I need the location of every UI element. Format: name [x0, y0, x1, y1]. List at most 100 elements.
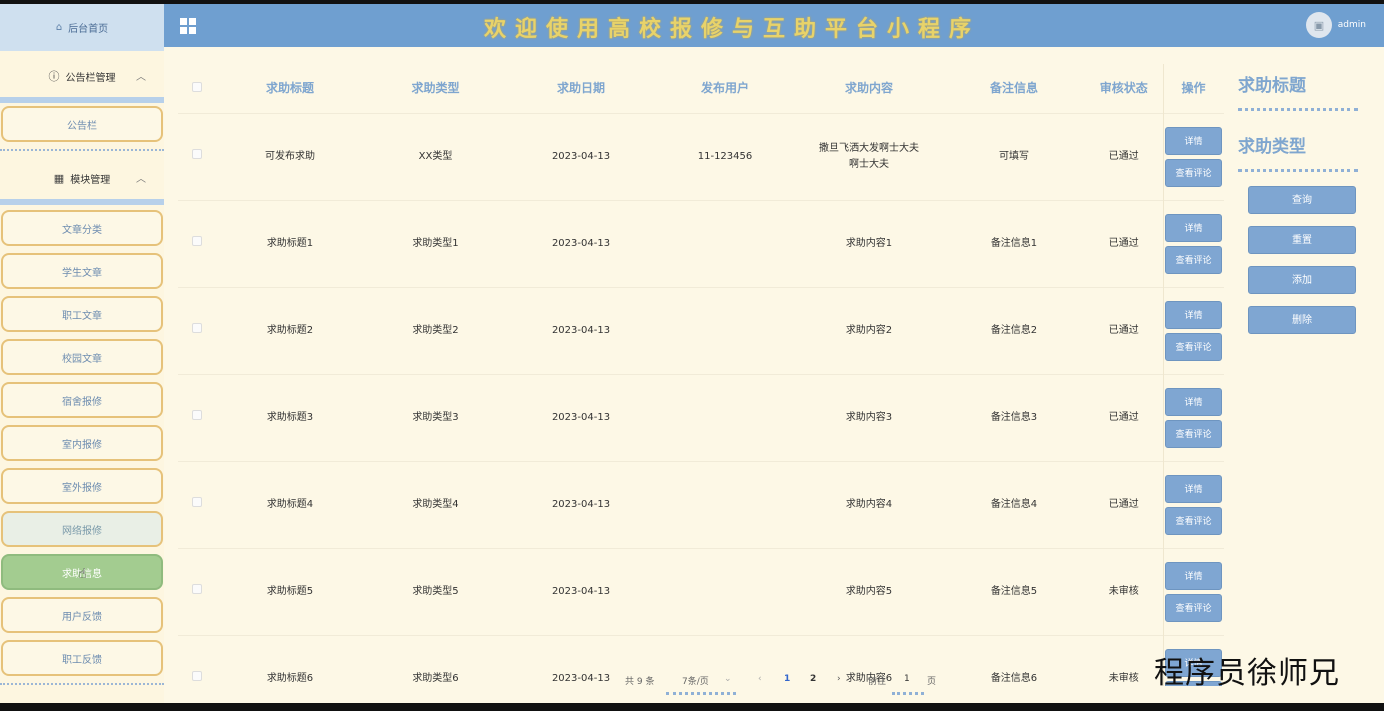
reset-button[interactable]: 重置 [1248, 226, 1356, 254]
table-cell: 2023-04-13 [507, 199, 655, 287]
search-title-label[interactable]: 求助标题 [1226, 64, 1384, 108]
column-header[interactable]: 审核状态 [1085, 64, 1163, 113]
table-cell: 求助标题3 [216, 373, 364, 461]
chevron-up-icon: ︿ [136, 72, 146, 83]
table-cell: 已通过 [1085, 460, 1163, 548]
chevron-right-icon[interactable]: › [837, 674, 841, 684]
pager-goto-label: 前往 [868, 677, 887, 687]
table-header-row: 求助标题 求助类型 求助日期 发布用户 求助内容 备注信息 审核状态 操作 [178, 64, 1224, 113]
avatar-icon[interactable]: ▣ [1306, 12, 1332, 38]
sidebar-item-label: 学生文章 [62, 267, 102, 279]
divider [0, 683, 164, 685]
column-header[interactable]: 发布用户 [655, 64, 795, 113]
search-type-label[interactable]: 求助类型 [1226, 125, 1384, 169]
page-2[interactable]: 2 [810, 674, 816, 684]
view-comment-button[interactable]: 查看评论 [1165, 158, 1222, 187]
row-checkbox[interactable] [178, 460, 216, 548]
detail-button[interactable]: 详情 [1165, 387, 1222, 416]
view-comment-button[interactable]: 查看评论 [1165, 593, 1222, 622]
table-cell: 求助内容5 [795, 547, 943, 635]
sidebar-group-module[interactable]: ▦ 模块管理 ︿ [0, 157, 164, 199]
detail-button[interactable]: 详情 [1165, 474, 1222, 503]
add-button[interactable]: 添加 [1248, 266, 1356, 294]
chevron-down-icon[interactable]: ⌄ [724, 674, 732, 684]
sidebar-item-label: 室内报修 [62, 439, 102, 451]
chevron-left-icon[interactable]: ‹ [758, 674, 762, 684]
table-cell: 备注信息3 [943, 373, 1085, 461]
table-row: 求助标题3 求助类型3 2023-04-13 求助内容3 备注信息3 已通过 详情 查看评论 [178, 373, 1224, 461]
row-checkbox[interactable] [178, 547, 216, 635]
column-header[interactable]: 求助内容 [795, 64, 943, 113]
sidebar-item-label: 文章分类 [62, 224, 102, 236]
table-cell: 撒旦飞洒大发啊士大夫啊士大夫 [795, 112, 943, 200]
bottom-border [0, 703, 1384, 711]
sidebar-item-label: 网络报修 [62, 525, 102, 537]
detail-button[interactable]: 详情 [1165, 213, 1222, 242]
row-actions: 详情查看评论 [1162, 460, 1224, 548]
detail-button[interactable]: 详情 [1165, 126, 1222, 155]
table-row: 求助标题1 求助类型1 2023-04-13 求助内容1 备注信息1 已通过 详情 查看评论 [178, 199, 1224, 287]
sidebar-home[interactable]: ⌂ 后台首页 [0, 4, 164, 51]
row-checkbox[interactable] [178, 634, 216, 686]
row-checkbox[interactable] [178, 199, 216, 287]
table-cell: 求助标题2 [216, 286, 364, 374]
detail-button[interactable]: 详情 [1165, 300, 1222, 329]
select-all-checkbox[interactable] [178, 64, 216, 113]
table-cell: 11-123456 [655, 112, 795, 200]
table-cell: 求助标题6 [216, 634, 364, 686]
sidebar-item-campus-article[interactable]: 校园文章 [1, 339, 163, 375]
view-comment-button[interactable]: 查看评论 [1165, 506, 1222, 535]
table-cell: 未审核 [1085, 547, 1163, 635]
row-actions: 详情查看评论 [1162, 199, 1224, 287]
table-cell: 求助类型3 [364, 373, 507, 461]
page-1[interactable]: 1 [784, 674, 790, 684]
sidebar-item-dorm-repair[interactable]: 宿舍报修 [1, 382, 163, 418]
table-cell [655, 199, 795, 287]
table-cell: 2023-04-13 [507, 286, 655, 374]
row-checkbox[interactable] [178, 112, 216, 200]
view-comment-button[interactable]: 查看评论 [1165, 419, 1222, 448]
detail-button[interactable]: 详情 [1165, 561, 1222, 590]
table-cell: 求助内容1 [795, 199, 943, 287]
sidebar-item-staff-feedback[interactable]: 职工反馈 [1, 640, 163, 676]
view-comment-button[interactable]: 查看评论 [1165, 332, 1222, 361]
table-cell [655, 460, 795, 548]
row-checkbox[interactable] [178, 373, 216, 461]
column-header[interactable]: 求助日期 [507, 64, 655, 113]
table-cell: 求助标题5 [216, 547, 364, 635]
column-header[interactable]: 求助类型 [364, 64, 507, 113]
table-row: 求助标题5 求助类型5 2023-04-13 求助内容5 备注信息5 未审核 详情 查看评论 [178, 547, 1224, 635]
sidebar-item-network-repair[interactable]: 网络报修 [1, 511, 163, 547]
menu-grid-icon[interactable] [180, 18, 196, 34]
search-title-input[interactable] [1238, 108, 1358, 111]
pager-goto-input[interactable]: 1 [904, 674, 910, 684]
sidebar-item-indoor-repair[interactable]: 室内报修 [1, 425, 163, 461]
sidebar-item-staff-article[interactable]: 职工文章 [1, 296, 163, 332]
sidebar-item-article-category[interactable]: 文章分类 [1, 210, 163, 246]
table-cell: 求助内容2 [795, 286, 943, 374]
view-comment-button[interactable]: 查看评论 [1165, 245, 1222, 274]
sidebar-item-announcement[interactable]: 公告栏 [1, 106, 163, 142]
query-button[interactable]: 查询 [1248, 186, 1356, 214]
column-header[interactable]: 求助标题 [216, 64, 364, 113]
table-cell: 求助类型1 [364, 199, 507, 287]
sidebar-item-user-feedback[interactable]: 用户反馈 [1, 597, 163, 633]
search-type-input[interactable] [1238, 169, 1358, 172]
grid-icon: ▦ [53, 171, 65, 185]
sidebar-group-label: 模块管理 [70, 174, 111, 186]
table-cell [655, 547, 795, 635]
sidebar-item-student-article[interactable]: 学生文章 [1, 253, 163, 289]
user-name[interactable]: admin [1338, 20, 1366, 30]
pager-size-select[interactable]: 7条/页 [682, 674, 709, 687]
page-title: 欢迎使用高校报修与互助平台小程序 [484, 17, 981, 42]
column-header[interactable]: 备注信息 [943, 64, 1085, 113]
delete-button[interactable]: 删除 [1248, 306, 1356, 334]
table-cell: 已通过 [1085, 286, 1163, 374]
sidebar-item-outdoor-repair[interactable]: 室外报修 [1, 468, 163, 504]
table-cell: 备注信息2 [943, 286, 1085, 374]
sidebar-group-announcement[interactable]: ⓘ 公告栏管理 ︿ [0, 55, 164, 97]
chevron-up-icon: ︿ [136, 174, 146, 185]
row-checkbox[interactable] [178, 286, 216, 374]
pagination: 共 9 条 7条/页 ⌄ ‹ 1 2 › 前往 1 页 [622, 674, 942, 696]
sidebar-item-label: 校园文章 [62, 353, 102, 365]
